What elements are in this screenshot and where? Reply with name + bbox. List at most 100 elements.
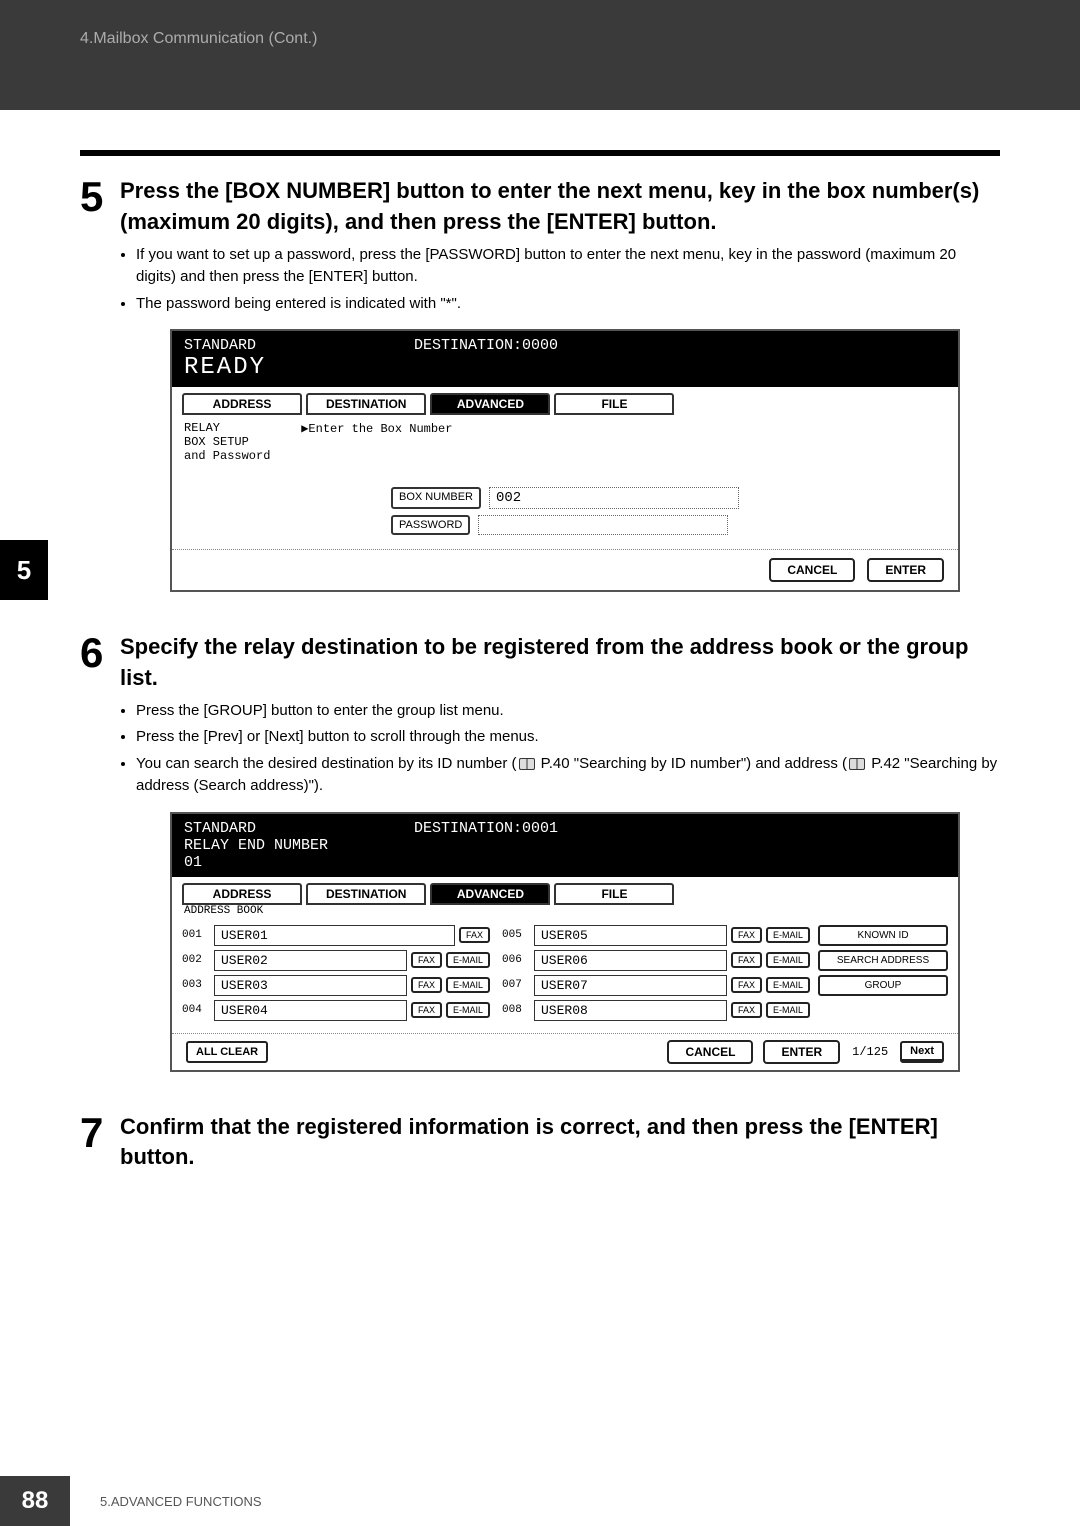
address-row: 006 USER06 FAX E-MAIL xyxy=(502,950,810,971)
destination-count: DESTINATION:0001 xyxy=(414,820,558,837)
step-bullets: Press the [GROUP] button to enter the gr… xyxy=(120,700,1000,798)
enter-button[interactable]: ENTER xyxy=(867,558,944,582)
box-number-button[interactable]: BOX NUMBER xyxy=(391,487,481,509)
tab-file[interactable]: FILE xyxy=(554,883,674,905)
password-button[interactable]: PASSWORD xyxy=(391,515,470,535)
screen-header: STANDARD DESTINATION:0001 RELAY END NUMB… xyxy=(172,814,958,877)
action-row: CANCEL ENTER xyxy=(172,549,958,590)
bullet-text-b: P.40 "Searching by ID number") and addre… xyxy=(537,755,848,772)
tab-address[interactable]: ADDRESS xyxy=(182,393,302,415)
tab-advanced[interactable]: ADVANCED xyxy=(430,883,550,905)
tab-bar: ADDRESS DESTINATION ADVANCED FILE xyxy=(172,877,958,905)
chapter-side-tab: 5 xyxy=(0,540,48,600)
email-button[interactable]: E-MAIL xyxy=(446,977,490,993)
bullet: The password being entered is indicated … xyxy=(136,293,1000,316)
email-button[interactable]: E-MAIL xyxy=(446,952,490,968)
address-book-table: 001 USER01 FAX 002 USER02 FAX E-MAIL xyxy=(172,921,958,1033)
mode-label: STANDARD xyxy=(184,337,414,354)
page-footer: 88 5.ADVANCED FUNCTIONS xyxy=(0,1476,1080,1526)
step-number: 5 xyxy=(80,176,120,602)
fax-button[interactable]: FAX xyxy=(411,977,442,993)
search-address-button[interactable]: SEARCH ADDRESS xyxy=(818,950,948,971)
tab-advanced[interactable]: ADVANCED xyxy=(430,393,550,415)
page-content: 5 Press the [BOX NUMBER] button to enter… xyxy=(0,110,1080,1179)
bullet-text-a: You can search the desired destination b… xyxy=(136,755,517,772)
lcd-screenshot-2: STANDARD DESTINATION:0001 RELAY END NUMB… xyxy=(170,812,960,1072)
tab-address[interactable]: ADDRESS xyxy=(182,883,302,905)
addr-name[interactable]: USER08 xyxy=(534,1000,727,1021)
tab-destination[interactable]: DESTINATION xyxy=(306,393,426,415)
password-field[interactable] xyxy=(478,515,728,535)
cancel-button[interactable]: CANCEL xyxy=(667,1040,753,1064)
step-7: 7 Confirm that the registered informatio… xyxy=(80,1112,1000,1180)
bullet: You can search the desired destination b… xyxy=(136,753,1000,798)
manual-icon xyxy=(519,758,535,770)
addr-name[interactable]: USER01 xyxy=(214,925,455,946)
relay-end-label: RELAY END NUMBER xyxy=(184,837,946,854)
step-heading: Specify the relay destination to be regi… xyxy=(120,632,1000,694)
fax-button[interactable]: FAX xyxy=(411,1002,442,1018)
page-indicator: 1/125 xyxy=(852,1045,888,1059)
email-button[interactable]: E-MAIL xyxy=(766,927,810,943)
side-buttons: KNOWN ID SEARCH ADDRESS GROUP xyxy=(818,925,948,1025)
addr-id: 008 xyxy=(502,1004,530,1016)
addr-name[interactable]: USER03 xyxy=(214,975,407,996)
address-row: 007 USER07 FAX E-MAIL xyxy=(502,975,810,996)
tab-file[interactable]: FILE xyxy=(554,393,674,415)
all-clear-button[interactable]: ALL CLEAR xyxy=(186,1041,268,1063)
chapter-label: 5.ADVANCED FUNCTIONS xyxy=(100,1494,262,1509)
breadcrumb: 4.Mailbox Communication (Cont.) xyxy=(80,30,1000,48)
fax-button[interactable]: FAX xyxy=(459,927,490,943)
addr-id: 001 xyxy=(182,929,210,941)
addr-name[interactable]: USER05 xyxy=(534,925,727,946)
screen-header: STANDARD DESTINATION:0000 READY xyxy=(172,331,958,387)
destination-count: DESTINATION:0000 xyxy=(414,337,558,354)
relay-hint-row: RELAY BOX SETUP ▶Enter the Box Number an… xyxy=(172,415,958,473)
addr-name[interactable]: USER07 xyxy=(534,975,727,996)
addr-name[interactable]: USER04 xyxy=(214,1000,407,1021)
email-button[interactable]: E-MAIL xyxy=(766,1002,810,1018)
address-column-left: 001 USER01 FAX 002 USER02 FAX E-MAIL xyxy=(182,925,490,1025)
enter-button[interactable]: ENTER xyxy=(763,1040,840,1064)
ready-label: READY xyxy=(184,354,946,381)
group-button[interactable]: GROUP xyxy=(818,975,948,996)
address-row: 008 USER08 FAX E-MAIL xyxy=(502,1000,810,1021)
tab-bar: ADDRESS DESTINATION ADVANCED FILE xyxy=(172,387,958,415)
email-button[interactable]: E-MAIL xyxy=(766,977,810,993)
step-number: 6 xyxy=(80,632,120,1082)
box-number-field[interactable]: 002 xyxy=(489,487,739,509)
fax-button[interactable]: FAX xyxy=(731,927,762,943)
step-body: Press the [BOX NUMBER] button to enter t… xyxy=(120,176,1000,602)
fax-button[interactable]: FAX xyxy=(731,1002,762,1018)
lcd-screenshot-1: STANDARD DESTINATION:0000 READY ADDRESS … xyxy=(170,329,960,592)
address-row: 002 USER02 FAX E-MAIL xyxy=(182,950,490,971)
addr-name[interactable]: USER06 xyxy=(534,950,727,971)
cancel-button[interactable]: CANCEL xyxy=(769,558,855,582)
page-number: 88 xyxy=(0,1476,70,1526)
step-heading: Confirm that the registered information … xyxy=(120,1112,1000,1174)
step-heading: Press the [BOX NUMBER] button to enter t… xyxy=(120,176,1000,238)
email-button[interactable]: E-MAIL xyxy=(446,1002,490,1018)
email-button[interactable]: E-MAIL xyxy=(766,952,810,968)
section-rule xyxy=(80,150,1000,156)
relay-end-number: 01 xyxy=(184,854,946,871)
address-row: 003 USER03 FAX E-MAIL xyxy=(182,975,490,996)
addr-id: 007 xyxy=(502,979,530,991)
bullet: Press the [Prev] or [Next] button to scr… xyxy=(136,726,1000,749)
page-header: 4.Mailbox Communication (Cont.) xyxy=(0,0,1080,110)
next-button[interactable]: Next xyxy=(900,1041,944,1063)
addr-id: 002 xyxy=(182,954,210,966)
fax-button[interactable]: FAX xyxy=(731,977,762,993)
step-5: 5 Press the [BOX NUMBER] button to enter… xyxy=(80,176,1000,602)
fax-button[interactable]: FAX xyxy=(411,952,442,968)
addr-id: 004 xyxy=(182,1004,210,1016)
step-6: 6 Specify the relay destination to be re… xyxy=(80,632,1000,1082)
fax-button[interactable]: FAX xyxy=(731,952,762,968)
action-row: ALL CLEAR CANCEL ENTER 1/125 Next xyxy=(172,1033,958,1070)
address-column-right: 005 USER05 FAX E-MAIL 006 USER06 FAX E-M… xyxy=(502,925,810,1025)
addr-name[interactable]: USER02 xyxy=(214,950,407,971)
known-id-button[interactable]: KNOWN ID xyxy=(818,925,948,946)
address-row: 004 USER04 FAX E-MAIL xyxy=(182,1000,490,1021)
relay-box-setup-label: RELAY BOX SETUP xyxy=(184,421,294,449)
tab-destination[interactable]: DESTINATION xyxy=(306,883,426,905)
